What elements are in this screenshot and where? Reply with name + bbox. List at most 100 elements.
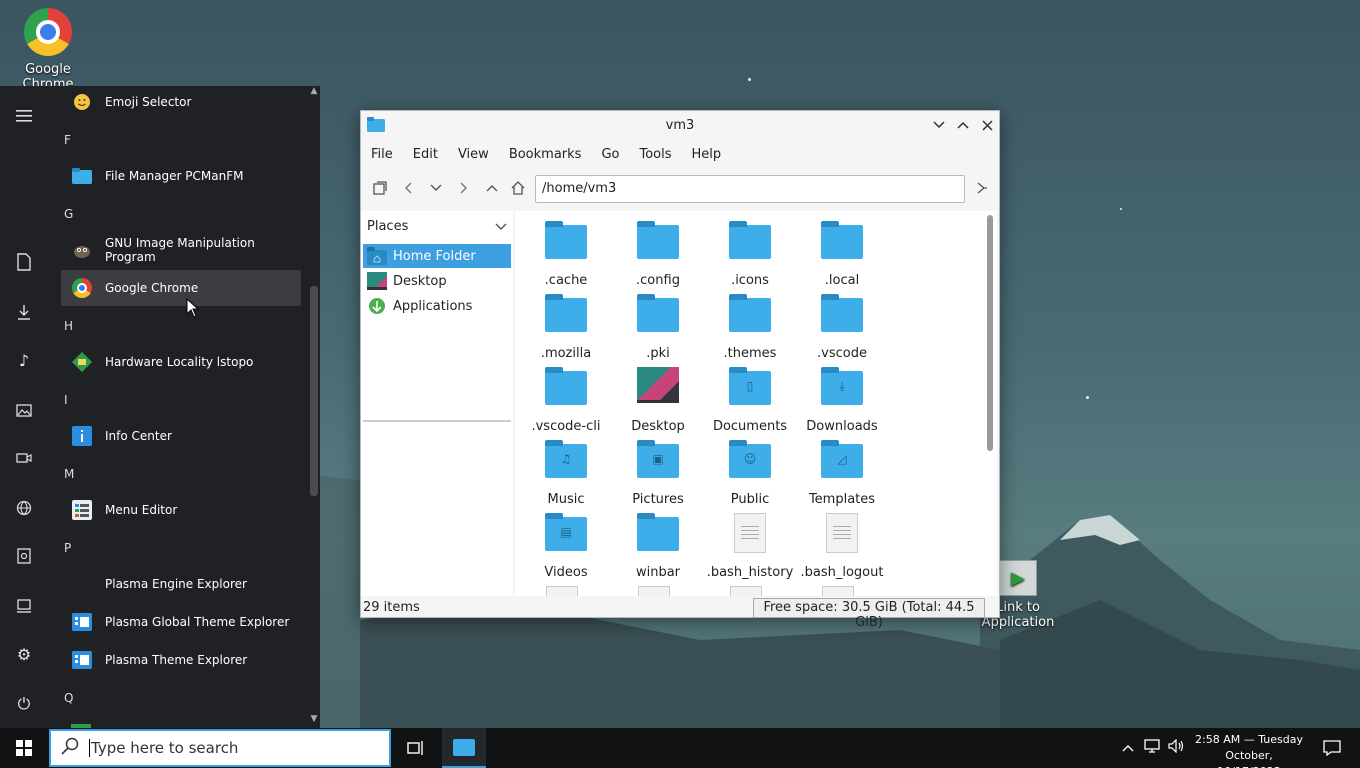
search-icon <box>51 737 89 759</box>
file-item[interactable]: winbar <box>612 513 704 580</box>
star <box>1120 208 1122 210</box>
app-plasma-engine-explorer[interactable]: Plasma Engine Explorer <box>61 566 301 602</box>
file-item[interactable]: ▯ Documents <box>704 367 796 434</box>
place-home-folder[interactable]: Home Folder <box>363 244 511 268</box>
scroll-up-icon[interactable]: ▲ <box>309 86 319 96</box>
forward-icon[interactable] <box>453 177 475 199</box>
file-item[interactable]: ◿ Templates <box>796 440 888 507</box>
app-file-manager-pcmanfm[interactable]: File Manager PCManFM <box>61 158 301 194</box>
folder-icon <box>821 221 863 259</box>
music-icon[interactable]: ♪ <box>12 348 36 372</box>
file-item[interactable]: .local <box>796 221 888 288</box>
title-bar[interactable]: vm3 <box>361 111 999 139</box>
app-gimp[interactable]: GNU Image Manipulation Program <box>61 232 301 268</box>
home-icon[interactable] <box>507 177 529 199</box>
network-icon[interactable] <box>12 496 36 520</box>
power-icon[interactable]: ⏻ <box>12 692 36 716</box>
place-label: Home Folder <box>393 248 476 264</box>
menu-help[interactable]: Help <box>682 147 732 162</box>
minimize-button[interactable] <box>929 115 949 135</box>
settings-app-icon[interactable] <box>12 544 36 568</box>
file-item[interactable]: .cache <box>520 221 612 288</box>
downloads-folder-icon: ⤓ <box>821 367 863 405</box>
notifications-button[interactable] <box>1312 728 1352 768</box>
menu-file[interactable]: File <box>361 147 403 162</box>
folder-icon <box>545 367 587 405</box>
file-item[interactable]: .themes <box>704 294 796 361</box>
gear-icon[interactable]: ⚙ <box>12 642 36 666</box>
file-item[interactable]: ⤓ Downloads <box>796 367 888 434</box>
clock[interactable]: 2:58 AM — Tuesday October, 10/17/2023 <box>1192 732 1306 768</box>
image-icon[interactable] <box>12 398 36 422</box>
menu-view[interactable]: View <box>448 147 499 162</box>
app-menu-editor[interactable]: Menu Editor <box>61 492 301 528</box>
app-plasma-global-theme-explorer[interactable]: Plasma Global Theme Explorer <box>61 604 301 640</box>
computer-icon[interactable] <box>12 594 36 618</box>
app-emoji-selector[interactable]: Emoji Selector <box>61 86 301 120</box>
scroll-down-icon[interactable]: ▼ <box>309 714 319 724</box>
chevron-up-icon[interactable] <box>1116 740 1140 756</box>
desktop-icon <box>637 367 679 403</box>
search-input[interactable]: Type here to search <box>89 739 238 757</box>
file-item[interactable]: .vscode-cli <box>520 367 612 434</box>
address-bar[interactable]: /home/vm3 <box>535 175 965 203</box>
network-icon[interactable] <box>1140 739 1164 757</box>
file-name: Public <box>730 492 770 507</box>
start-button[interactable] <box>0 728 48 768</box>
text-file-icon[interactable] <box>546 586 578 596</box>
search-box[interactable]: Type here to search <box>49 729 391 767</box>
file-item[interactable]: .pki <box>612 294 704 361</box>
file-item[interactable]: Desktop <box>612 367 704 434</box>
file-item[interactable]: ▤ Videos <box>520 513 612 580</box>
close-button[interactable] <box>977 115 997 135</box>
app-label: Google Chrome <box>105 281 199 295</box>
desktop-chrome-shortcut[interactable]: Google Chrome <box>16 8 80 92</box>
text-file-icon[interactable] <box>822 586 854 596</box>
maximize-button[interactable] <box>953 115 973 135</box>
place-desktop[interactable]: Desktop <box>363 269 511 293</box>
menu-bookmarks[interactable]: Bookmarks <box>499 147 592 162</box>
history-dropdown-icon[interactable] <box>425 177 447 199</box>
document-icon[interactable] <box>12 250 36 274</box>
places-header[interactable]: Places <box>367 219 507 234</box>
file-item[interactable]: .mozilla <box>520 294 612 361</box>
app-info-center[interactable]: Info Center <box>61 418 301 454</box>
volume-icon[interactable] <box>1164 738 1188 757</box>
text-file-icon[interactable] <box>638 586 670 596</box>
download-icon[interactable] <box>12 300 36 324</box>
side-pane: Places Home Folder Desktop Applications <box>361 211 513 596</box>
file-item[interactable]: .icons <box>704 221 796 288</box>
menu-go[interactable]: Go <box>591 147 629 162</box>
app-google-chrome[interactable]: Google Chrome <box>61 270 301 306</box>
app-plasma-theme-explorer[interactable]: Plasma Theme Explorer <box>61 642 301 678</box>
task-view-button[interactable] <box>400 728 432 768</box>
place-applications[interactable]: Applications <box>363 294 511 318</box>
file-item[interactable]: ▣ Pictures <box>612 440 704 507</box>
new-tab-icon[interactable] <box>369 177 391 199</box>
start-menu-scrollbar[interactable]: ▲ ▼ <box>308 86 320 728</box>
item-count: 29 items <box>363 600 420 615</box>
gimp-icon <box>71 239 93 261</box>
menu-edit[interactable]: Edit <box>403 147 448 162</box>
info-icon <box>71 425 93 447</box>
app-hardware-locality-lstopo[interactable]: Hardware Locality lstopo <box>61 344 301 380</box>
taskbar-file-manager[interactable] <box>442 728 486 768</box>
file-item[interactable]: .config <box>612 221 704 288</box>
file-item[interactable]: ☺ Public <box>704 440 796 507</box>
folder-icon <box>729 294 771 332</box>
back-icon[interactable] <box>397 177 419 199</box>
video-icon[interactable] <box>12 446 36 470</box>
file-item[interactable]: .bash_logout <box>796 513 888 580</box>
text-file-icon[interactable] <box>730 586 762 596</box>
hamburger-icon[interactable] <box>12 104 36 128</box>
file-item[interactable]: .vscode <box>796 294 888 361</box>
go-icon[interactable] <box>971 177 993 199</box>
menu-tools[interactable]: Tools <box>629 147 681 162</box>
file-item[interactable]: ♫ Music <box>520 440 612 507</box>
scrollbar-thumb[interactable] <box>987 215 993 451</box>
file-manager-icon <box>71 165 93 187</box>
scrollbar-thumb[interactable] <box>310 286 318 496</box>
file-view-scrollbar[interactable] <box>987 215 993 593</box>
up-icon[interactable] <box>481 177 503 199</box>
file-item[interactable]: .bash_history <box>704 513 796 580</box>
